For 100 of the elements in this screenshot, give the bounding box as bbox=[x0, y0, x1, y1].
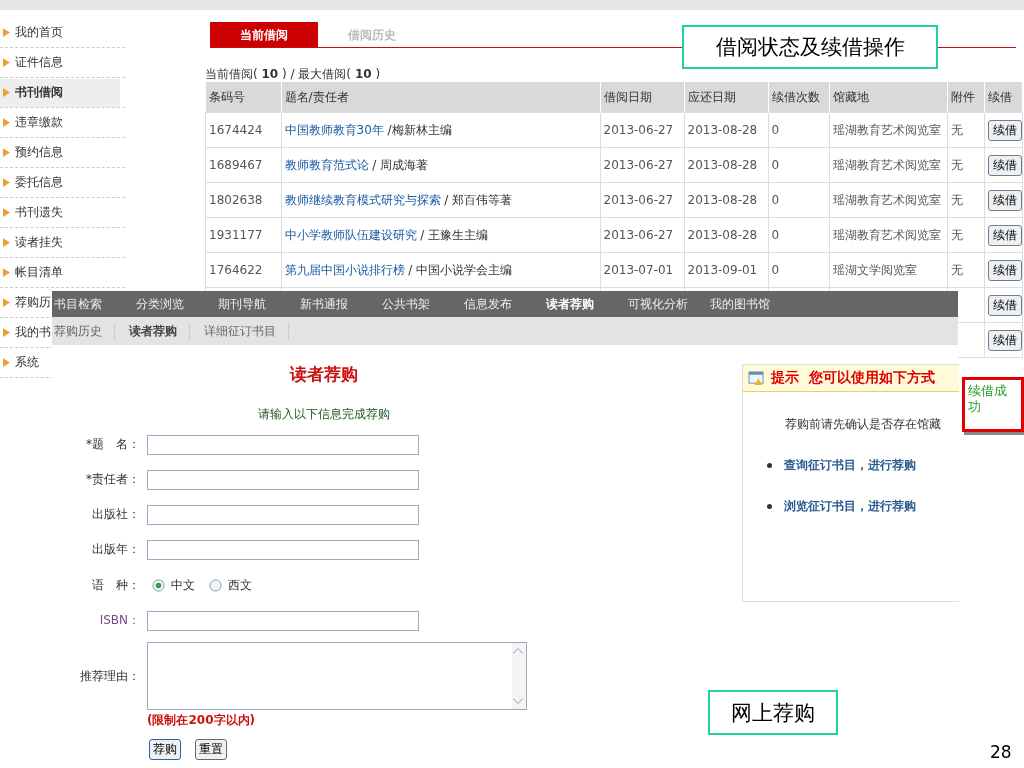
input-field[interactable] bbox=[147, 434, 419, 455]
input-field[interactable] bbox=[147, 539, 419, 560]
form-button[interactable]: 荐购 bbox=[149, 739, 181, 760]
field-label: 推荐理由： bbox=[79, 667, 140, 685]
book-title-link[interactable]: 中小学教师队伍建设研究 bbox=[284, 227, 417, 242]
loan-summary: 当前借阅( 10 ) / 最大借阅( 10 ) bbox=[205, 66, 382, 82]
column-header: 条码号 bbox=[205, 82, 281, 113]
field-label: *题 名： bbox=[85, 436, 140, 453]
renew-button[interactable]: 续借 bbox=[987, 189, 1022, 211]
renew-button[interactable]: 续借 bbox=[987, 119, 1022, 141]
page-number: 28 bbox=[990, 742, 1012, 762]
book-title-link[interactable]: 中国教师教育30年 bbox=[284, 122, 384, 137]
author-text: /梅新林主编 bbox=[386, 122, 452, 137]
sidebar-item[interactable]: 预约信息 bbox=[0, 138, 63, 167]
triangle-icon bbox=[3, 148, 10, 157]
column-header: 续借 bbox=[984, 82, 1023, 113]
field-label: *责任者： bbox=[85, 471, 140, 488]
nav-item[interactable]: 信息发布 bbox=[462, 295, 544, 313]
bullet-icon bbox=[767, 463, 772, 468]
table-cell: 无 bbox=[950, 262, 963, 277]
callout-label: 网上荐购 bbox=[708, 690, 838, 735]
sidebar-item[interactable]: 读者挂失 bbox=[0, 228, 63, 257]
table-cell: 瑶湖文学阅览室 bbox=[832, 262, 917, 277]
field-label: ISBN： bbox=[98, 612, 140, 629]
renew-button[interactable]: 续借 bbox=[987, 154, 1022, 176]
radio-button[interactable] bbox=[152, 578, 165, 592]
sidebar-item[interactable]: 我的首页 bbox=[0, 18, 63, 47]
table-cell: 1689467 bbox=[209, 158, 263, 172]
nav-item[interactable]: 期刊导航 bbox=[216, 295, 298, 313]
limit-note: (限制在200字以内) bbox=[147, 712, 256, 729]
field-label: 出版社： bbox=[91, 506, 140, 523]
sidebar-item[interactable]: 系统 bbox=[0, 348, 39, 377]
triangle-icon bbox=[3, 238, 10, 247]
nav-item[interactable]: 公共书架 bbox=[380, 295, 462, 313]
table-cell: 0 bbox=[771, 228, 780, 242]
sidebar-item[interactable]: 帐目清单 bbox=[0, 258, 63, 287]
nav-item[interactable]: 可视化分析 bbox=[626, 295, 708, 313]
text-area[interactable] bbox=[147, 642, 527, 710]
input-field[interactable] bbox=[147, 504, 419, 525]
renew-button[interactable]: 续借 bbox=[987, 224, 1022, 246]
column-header: 馆藏地 bbox=[829, 82, 947, 113]
triangle-icon bbox=[3, 298, 10, 307]
book-title-link[interactable]: 教师继续教育模式研究与探索 bbox=[284, 192, 441, 207]
table-cell: 瑶湖教育艺术阅览室 bbox=[832, 157, 941, 172]
table-cell: 瑶湖教育艺术阅览室 bbox=[832, 192, 941, 207]
nav-item[interactable]: 读者荐购 bbox=[544, 295, 626, 313]
triangle-icon bbox=[3, 28, 10, 37]
sidebar-item[interactable]: 委托信息 bbox=[0, 168, 63, 197]
sidebar-item[interactable]: 荐购历 bbox=[0, 288, 51, 317]
table-cell: 2013-06-27 bbox=[603, 193, 674, 207]
form-subtitle: 请输入以下信息完成荐购 bbox=[258, 406, 390, 423]
book-title-link[interactable]: 教师教育范式论 bbox=[284, 157, 369, 172]
renew-button[interactable]: 续借 bbox=[987, 294, 1022, 316]
author-text: / 中国小说学会主编 bbox=[407, 262, 513, 277]
table-cell: 瑶湖教育艺术阅览室 bbox=[832, 122, 941, 137]
sidebar-item[interactable]: 违章缴款 bbox=[0, 108, 63, 137]
form-title: 读者荐购 bbox=[290, 363, 358, 386]
sidebar-item[interactable]: 书刊借阅 bbox=[0, 78, 120, 107]
author-text: / 周成海著 bbox=[371, 157, 429, 172]
input-field[interactable] bbox=[147, 469, 419, 490]
renew-button[interactable]: 续借 bbox=[987, 329, 1022, 351]
column-header: 应还日期 bbox=[684, 82, 768, 113]
scrollbar[interactable] bbox=[512, 643, 526, 709]
radio-label: 中文 bbox=[171, 576, 195, 594]
table-cell: 0 bbox=[771, 158, 780, 172]
table-cell: 2013-08-28 bbox=[687, 123, 758, 137]
table-cell: 0 bbox=[771, 193, 780, 207]
popup-message: 续借成功 bbox=[967, 382, 1008, 416]
tip-link[interactable]: 查询征订书目，进行荐购 bbox=[784, 457, 916, 474]
nav-item[interactable]: 新书通报 bbox=[298, 295, 380, 313]
sidebar-item[interactable]: 书刊遗失 bbox=[0, 198, 63, 227]
table-cell: 1802638 bbox=[209, 193, 263, 207]
table-cell: 2013-08-28 bbox=[687, 193, 758, 207]
renew-button[interactable]: 续借 bbox=[987, 259, 1022, 281]
nav-item[interactable]: 我的图书馆 bbox=[708, 295, 790, 313]
tip-link[interactable]: 浏览征订书目，进行荐购 bbox=[784, 498, 916, 515]
sub-nav-item[interactable]: 详细征订书目 bbox=[202, 322, 289, 340]
sidebar-item[interactable]: 证件信息 bbox=[0, 48, 63, 77]
tip-heading: 提示 您可以使用如下方式 bbox=[771, 369, 935, 387]
callout-label: 借阅状态及续借操作 bbox=[682, 25, 938, 69]
tab[interactable]: 当前借阅 bbox=[210, 22, 318, 48]
sub-nav-item[interactable]: 读者荐购 bbox=[127, 322, 190, 340]
table-cell: 2013-08-28 bbox=[687, 158, 758, 172]
table-cell: 无 bbox=[950, 227, 963, 242]
sub-nav-item[interactable]: 荐购历史 bbox=[52, 322, 115, 340]
table-cell: 2013-07-01 bbox=[603, 263, 674, 277]
sidebar-item[interactable]: 我的书 bbox=[0, 318, 51, 347]
table-cell: 2013-09-01 bbox=[687, 263, 758, 277]
radio-button[interactable] bbox=[209, 578, 222, 592]
table-cell: 0 bbox=[771, 263, 780, 277]
triangle-icon bbox=[3, 178, 10, 187]
nav-item[interactable]: 分类浏览 bbox=[134, 295, 216, 313]
table-cell: 2013-06-27 bbox=[603, 228, 674, 242]
triangle-icon bbox=[3, 208, 10, 217]
input-field[interactable] bbox=[147, 610, 419, 631]
form-button[interactable]: 重置 bbox=[195, 739, 227, 760]
triangle-icon bbox=[3, 328, 10, 337]
nav-item[interactable]: 书目检索 bbox=[52, 295, 134, 313]
book-title-link[interactable]: 第九届中国小说排行榜 bbox=[284, 262, 405, 277]
table-cell: 无 bbox=[950, 192, 963, 207]
